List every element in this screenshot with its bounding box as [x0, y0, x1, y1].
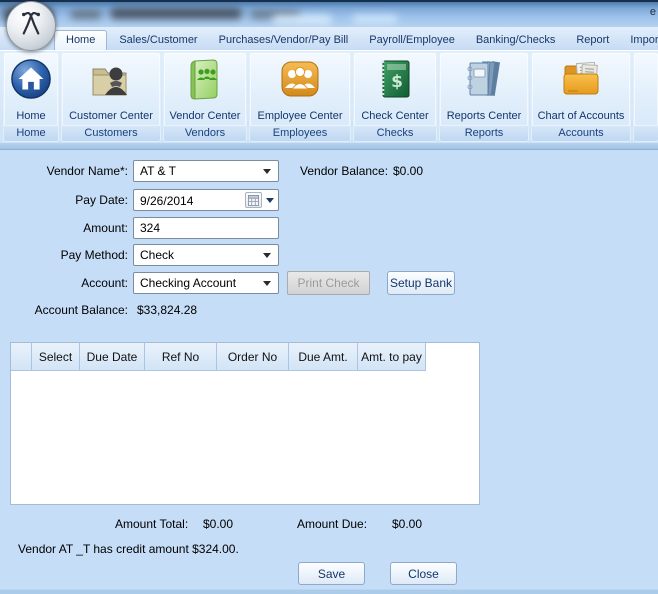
- amount-due-value: $0.00: [392, 517, 423, 531]
- calendar-icon[interactable]: [245, 192, 262, 208]
- tab-sales-customer[interactable]: Sales/Customer: [110, 31, 206, 50]
- chart-of-accounts-icon: [560, 59, 602, 104]
- amount-input[interactable]: [133, 217, 279, 239]
- tab-purchases-vendor-pay-bill[interactable]: Purchases/Vendor/Pay Bill: [210, 31, 358, 50]
- ribbon-group-caption: Customers: [62, 125, 160, 141]
- chevron-down-icon: [263, 169, 271, 174]
- chevron-down-icon: [263, 281, 271, 286]
- vendor-name-value: AT & T: [140, 164, 177, 178]
- vendor-name-select[interactable]: AT & T: [133, 160, 279, 182]
- ribbon-bottom-edge: [0, 143, 658, 150]
- ribbon-group-caption: Home: [4, 125, 58, 141]
- chevron-down-icon[interactable]: [266, 198, 274, 203]
- column-header-due-amt[interactable]: Due Amt.: [289, 343, 358, 371]
- amount-label: Amount:: [83, 221, 128, 235]
- column-header-amt-to-pay[interactable]: Amt. to pay: [358, 343, 426, 371]
- ribbon-button-label: Customer Center: [69, 110, 153, 122]
- save-button[interactable]: Save: [298, 562, 365, 585]
- ribbon-group-customer-center[interactable]: Customer Center Customers: [61, 52, 161, 142]
- ribbon-group-employee-center[interactable]: Employee Center Employees: [249, 52, 351, 142]
- title-bar-glare: [352, 15, 398, 24]
- pay-method-value: Check: [140, 248, 175, 262]
- ribbon-group-caption: Reports: [440, 125, 528, 141]
- title-bar: e: [0, 0, 658, 27]
- ribbon-button-label: Check Center: [361, 110, 429, 122]
- vendor-name-label: Vendor Name*:: [46, 164, 128, 178]
- amount-total-label: Amount Total:: [115, 517, 189, 531]
- blurred-title-text: [110, 8, 242, 19]
- window-bottom-edge: [0, 589, 658, 594]
- column-header-due-date[interactable]: Due Date: [80, 343, 145, 371]
- amount-due-label: Amount Due:: [297, 517, 368, 531]
- ribbon-group-check-center[interactable]: $ Check Center Checks: [353, 52, 437, 142]
- tab-import-export[interactable]: Import/Expo: [621, 31, 658, 50]
- ribbon-button-label: Home: [16, 110, 46, 122]
- ribbon-group-vendor-center[interactable]: Vendor Center Vendors: [163, 52, 247, 142]
- row-selector-header[interactable]: [11, 343, 32, 371]
- home-icon: [10, 58, 52, 105]
- chevron-down-icon: [263, 253, 271, 258]
- ribbon-button-label: Chart of Accounts: [537, 110, 625, 122]
- amount-total-value: $0.00: [203, 517, 234, 531]
- title-partial-text: e: [649, 6, 656, 18]
- reports-center-icon: [462, 58, 506, 105]
- ribbon-group-home[interactable]: Home Home: [3, 52, 59, 142]
- table-header-row: Select Due Date Ref No Order No Due Amt.…: [11, 343, 479, 371]
- tab-banking-checks[interactable]: Banking/Checks: [467, 31, 565, 50]
- employee-center-icon: [279, 59, 321, 104]
- ribbon-group-partial: [633, 52, 658, 142]
- column-header-order-no[interactable]: Order No: [217, 343, 289, 371]
- print-check-button[interactable]: Print Check: [287, 271, 370, 295]
- ribbon-group-reports-center[interactable]: Reports Center Reports: [439, 52, 529, 142]
- pay-method-label: Pay Method:: [60, 248, 128, 262]
- account-label: Account:: [81, 276, 128, 290]
- pay-date-field[interactable]: 9/26/2014: [133, 189, 279, 211]
- column-header-select[interactable]: Select: [32, 343, 80, 371]
- pay-date-value: 9/26/2014: [140, 194, 194, 208]
- column-header-ref-no[interactable]: Ref No: [145, 343, 217, 371]
- vendor-balance-label: Vendor Balance:: [300, 164, 389, 178]
- ribbon-group-chart-of-accounts[interactable]: Chart of Accounts Accounts: [531, 52, 631, 142]
- application-menu-button[interactable]: [6, 1, 56, 51]
- ribbon-button-label: Reports Center: [446, 110, 522, 122]
- ribbon-group-caption: Vendors: [164, 125, 246, 141]
- account-balance-value: $33,824.28: [137, 303, 198, 317]
- vendor-balance-value: $0.00: [393, 164, 424, 178]
- tab-report[interactable]: Report: [567, 31, 618, 50]
- pay-date-label: Pay Date:: [75, 193, 128, 207]
- vendor-center-icon: [185, 58, 225, 105]
- account-balance-label: Account Balance:: [34, 303, 128, 317]
- account-value: Checking Account: [140, 276, 237, 290]
- vendor-credit-note: Vendor AT _T has credit amount $324.00.: [18, 542, 239, 556]
- svg-text:$: $: [391, 72, 403, 92]
- bills-table[interactable]: Select Due Date Ref No Order No Due Amt.…: [10, 342, 480, 505]
- tab-home[interactable]: Home: [54, 30, 108, 50]
- pay-method-select[interactable]: Check: [133, 244, 279, 266]
- app-window: e Home Sales/Customer Purchases/Vendor/P…: [0, 0, 658, 594]
- ribbon-group-caption: Checks: [354, 125, 436, 141]
- ribbon-group-caption: Employees: [250, 125, 350, 141]
- ribbon-button-label: Employee Center: [257, 110, 343, 122]
- customer-center-icon: [90, 59, 132, 104]
- ribbon: Home Home Customer Center Customers Vend…: [0, 50, 658, 143]
- app-logo-icon: [15, 7, 47, 46]
- check-center-icon: $: [376, 58, 414, 105]
- ribbon-tab-bar: Home Sales/Customer Purchases/Vendor/Pay…: [0, 27, 658, 50]
- close-button[interactable]: Close: [390, 562, 457, 585]
- title-bar-glare: [272, 15, 332, 25]
- setup-bank-button[interactable]: Setup Bank: [387, 271, 455, 295]
- tab-payroll-employee[interactable]: Payroll/Employee: [360, 31, 464, 50]
- ribbon-group-caption: Accounts: [532, 125, 630, 141]
- ribbon-button-label: Vendor Center: [169, 110, 241, 122]
- blurred-title-text: [70, 10, 102, 19]
- account-select[interactable]: Checking Account: [133, 272, 279, 294]
